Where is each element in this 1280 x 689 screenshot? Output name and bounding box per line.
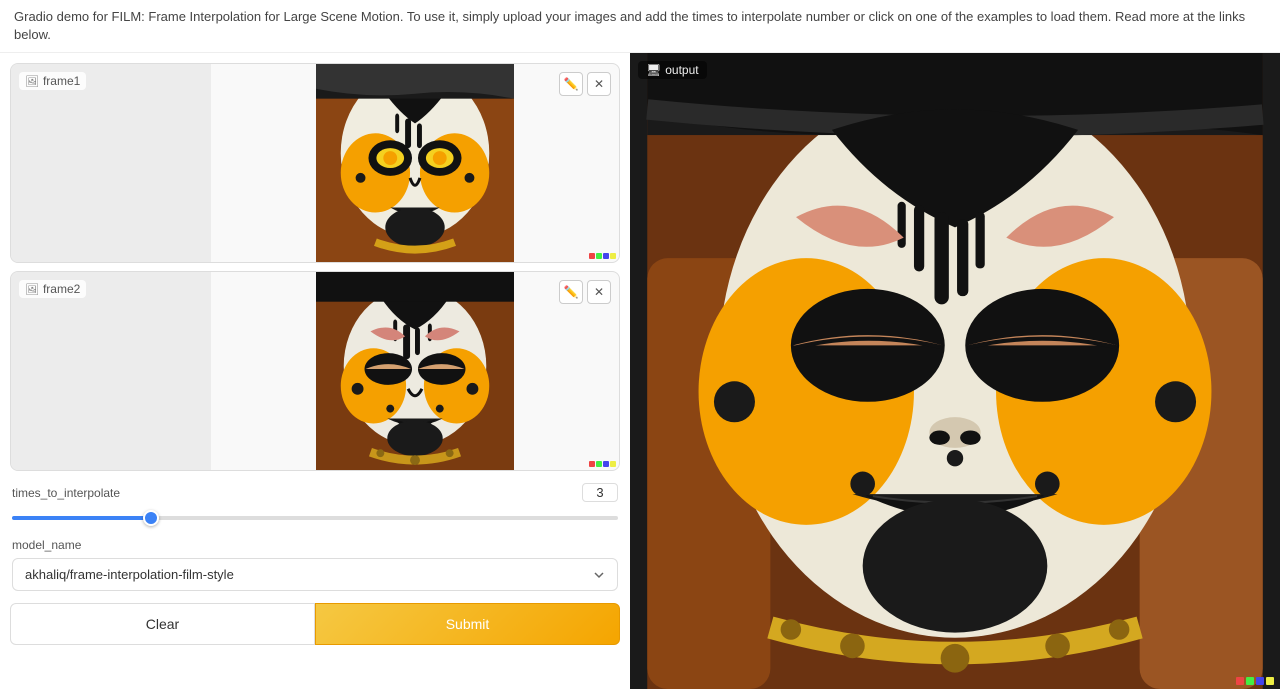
model-name-label: model_name	[12, 538, 618, 552]
frame1-upload-box[interactable]: 🖼 frame1 ✏️ ✕	[10, 63, 620, 263]
frame1-svg	[211, 64, 619, 262]
frame2-upload-box[interactable]: 🖼 frame2 ✏️ ✕	[10, 271, 620, 471]
frame2-placeholder[interactable]	[11, 272, 211, 470]
slider-container	[12, 508, 618, 528]
top-bar: Gradio demo for FILM: Frame Interpolatio…	[0, 0, 1280, 53]
frame1-clear-button[interactable]: ✕	[587, 72, 611, 96]
output-icon: 🖥	[646, 63, 661, 77]
frame1-color-strip	[589, 253, 616, 259]
frame1-actions: ✏️ ✕	[559, 72, 611, 96]
frame1-placeholder[interactable]	[11, 64, 211, 262]
right-panel: 🖥 output	[630, 53, 1280, 689]
frame1-preview	[211, 64, 619, 262]
slider-section: times_to_interpolate 3	[12, 483, 618, 528]
output-svg	[630, 53, 1280, 689]
output-color-strip	[1236, 677, 1274, 685]
submit-button[interactable]: Submit	[315, 603, 620, 645]
slider-label: times_to_interpolate	[12, 486, 120, 500]
frame2-label: 🖼 frame2	[19, 280, 86, 298]
frame2-actions: ✏️ ✕	[559, 280, 611, 304]
frame2-color-strip	[589, 461, 616, 467]
frame2-svg	[211, 272, 619, 470]
model-name-select[interactable]: akhaliq/frame-interpolation-film-style	[12, 558, 618, 591]
dropdown-section: model_name akhaliq/frame-interpolation-f…	[12, 538, 618, 591]
description-text: Gradio demo for FILM: Frame Interpolatio…	[14, 9, 1245, 42]
image-icon-2: 🖼	[25, 283, 39, 296]
left-panel: 🖼 frame1 ✏️ ✕	[0, 53, 630, 689]
frame1-edit-button[interactable]: ✏️	[559, 72, 583, 96]
controls-section: times_to_interpolate 3 model_name akhali…	[10, 479, 620, 595]
frame1-label: 🖼 frame1	[19, 72, 86, 90]
frame2-preview	[211, 272, 619, 470]
slider-value: 3	[582, 483, 618, 502]
output-label: 🖥 output	[638, 61, 707, 79]
image-icon-1: 🖼	[25, 75, 39, 88]
button-row: Clear Submit	[10, 603, 620, 645]
frame2-edit-button[interactable]: ✏️	[559, 280, 583, 304]
times-to-interpolate-slider[interactable]	[12, 516, 618, 520]
clear-button[interactable]: Clear	[10, 603, 315, 645]
frame2-clear-button[interactable]: ✕	[587, 280, 611, 304]
